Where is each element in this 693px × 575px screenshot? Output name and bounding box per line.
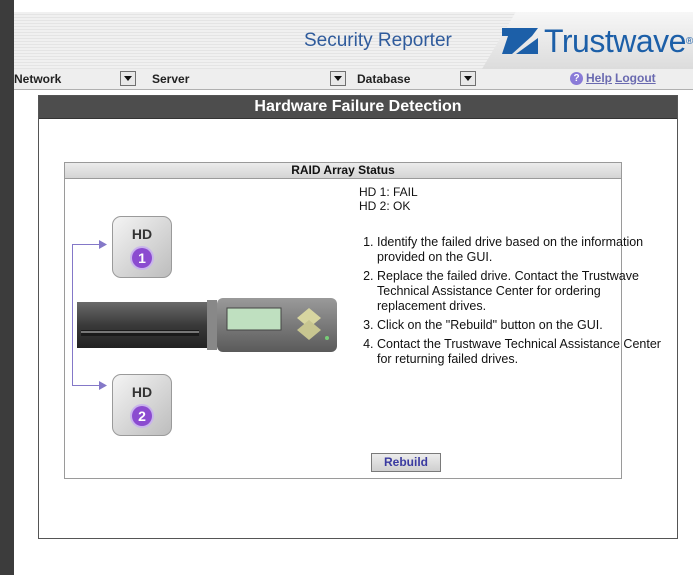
drive-2-label: HD: [131, 384, 153, 400]
server-appliance-icon: [77, 298, 337, 352]
hardware-failure-window: Hardware Failure Detection RAID Array St…: [38, 95, 678, 539]
hd1-status: HD 1: FAIL: [359, 185, 418, 199]
hd2-status: HD 2: OK: [359, 199, 411, 213]
raid-status-panel: RAID Array Status HD 1 HD 2 HD 1: FAIL H…: [64, 162, 661, 479]
arrow-right-icon: [99, 381, 107, 390]
brand-logo: Trustwave ®: [502, 21, 693, 61]
database-menu-label: Database: [357, 72, 411, 86]
network-dropdown-button[interactable]: [120, 71, 136, 86]
database-dropdown-button[interactable]: [460, 71, 476, 86]
drive-1-number: 1: [132, 248, 152, 268]
brand-registered-mark: ®: [685, 35, 693, 47]
instruction-step: Contact the Trustwave Technical Assistan…: [377, 337, 667, 367]
trustwave-logo-icon: [502, 28, 538, 54]
drive-status: HD 1: FAIL HD 2: OK: [359, 185, 418, 213]
arrow-right-icon: [99, 240, 107, 249]
chevron-down-icon: [334, 76, 342, 81]
help-link[interactable]: Help: [586, 71, 612, 85]
network-menu[interactable]: Network: [14, 71, 61, 87]
chevron-down-icon: [124, 76, 132, 81]
help-icon[interactable]: ?: [570, 71, 583, 85]
chevron-down-icon: [464, 76, 472, 81]
help-logout-links: ? Help Logout: [570, 71, 656, 85]
instruction-step: Identify the failed drive based on the i…: [377, 235, 667, 265]
logout-link[interactable]: Logout: [615, 71, 656, 85]
server-dropdown-button[interactable]: [330, 71, 346, 86]
window-title: Hardware Failure Detection: [39, 96, 677, 119]
rebuild-button[interactable]: Rebuild: [371, 453, 441, 472]
drive-1-label: HD: [131, 226, 153, 242]
server-menu-label: Server: [152, 72, 190, 86]
server-menu[interactable]: Server: [152, 71, 189, 87]
app-header: Security Reporter Trustwave ®: [14, 12, 693, 70]
brand-name: Trustwave: [544, 22, 686, 59]
product-name: Security Reporter: [304, 30, 452, 51]
instruction-step: Replace the failed drive. Contact the Tr…: [377, 269, 667, 314]
top-frame: [0, 0, 693, 12]
raid-panel-title: RAID Array Status: [65, 163, 621, 179]
instructions-list: Identify the failed drive based on the i…: [355, 235, 667, 371]
connector-line: [72, 244, 73, 385]
left-frame: [0, 0, 14, 575]
database-menu[interactable]: Database: [357, 71, 410, 87]
drive-2-number: 2: [132, 406, 152, 426]
instruction-step: Click on the "Rebuild" button on the GUI…: [377, 318, 667, 333]
hard-drive-2-icon: HD 2: [112, 374, 172, 436]
network-menu-label: Network: [14, 72, 62, 86]
menu-bar: Network Server Database ? Help Logout: [14, 69, 693, 90]
hard-drive-1-icon: HD 1: [112, 216, 172, 278]
